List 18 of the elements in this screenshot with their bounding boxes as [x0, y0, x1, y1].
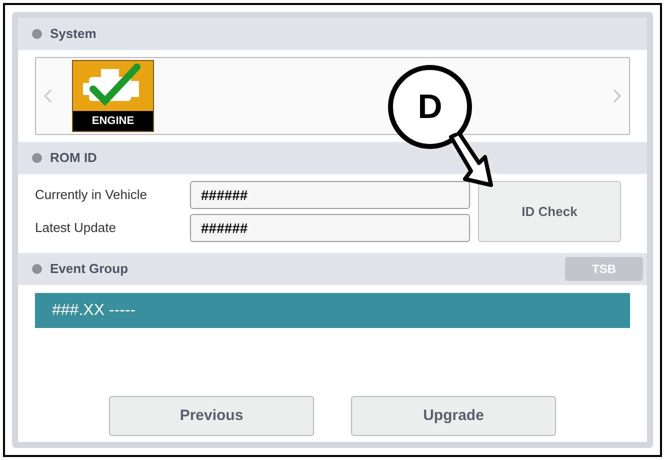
bullet-icon — [32, 153, 42, 163]
rom-id-field[interactable]: ###### — [190, 214, 470, 242]
engine-tile[interactable]: ENGINE — [72, 60, 154, 132]
nav-button[interactable]: Previous — [109, 396, 314, 436]
bullet-icon — [32, 264, 42, 274]
rom-id-field[interactable]: ###### — [190, 181, 470, 209]
tile-label: ENGINE — [73, 111, 153, 131]
id-check-button[interactable]: ID Check — [478, 181, 621, 242]
chevron-left-icon[interactable] — [44, 89, 52, 103]
chevron-right-icon[interactable] — [613, 89, 621, 103]
event-row[interactable]: ###.XX ----- — [35, 293, 630, 328]
field-label: Latest Update — [35, 219, 117, 238]
nav-button[interactable]: Upgrade — [351, 396, 556, 436]
field-label: Currently in Vehicle — [35, 186, 148, 204]
section-title: System — [50, 25, 96, 44]
section-title: Event Group — [50, 260, 128, 278]
bullet-icon — [32, 29, 42, 39]
section-title: ROM ID — [50, 149, 97, 168]
